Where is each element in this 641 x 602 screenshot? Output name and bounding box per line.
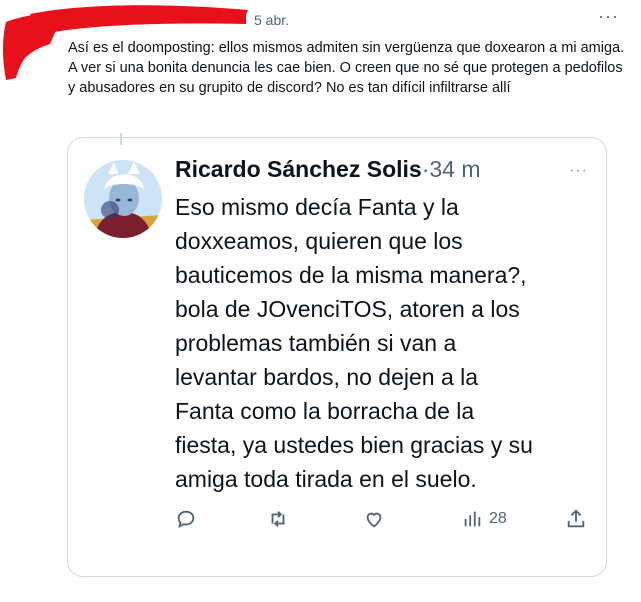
quoted-text: Eso mismo decía Fanta y la doxxeamos, qu… [175, 194, 533, 492]
action-bar: 28 [175, 508, 595, 536]
more-options-icon[interactable]: ··· [598, 6, 619, 27]
quoted-header: Ricardo Sánchez Solis·34 m [175, 156, 481, 183]
timestamp[interactable]: 34 m [429, 156, 480, 182]
author-name[interactable]: Ricardo Sánchez Solis [175, 156, 422, 182]
like-button[interactable] [363, 508, 385, 530]
views-button[interactable]: 28 [461, 508, 507, 530]
avatar[interactable] [84, 160, 162, 238]
share-button[interactable] [565, 508, 587, 530]
post-text: Así es el doomposting: ellos mismos admi… [68, 40, 625, 96]
retweet-icon [271, 511, 285, 527]
quoted-tweet-card[interactable]: Ricardo Sánchez Solis·34 m ··· Eso mismo… [67, 137, 607, 577]
post-date[interactable]: 5 abr. [254, 12, 289, 28]
retweet-button[interactable] [267, 508, 289, 530]
reply-button[interactable] [175, 508, 197, 530]
reply-icon [177, 510, 195, 529]
bar-chart-icon [464, 511, 481, 527]
heart-icon [366, 512, 382, 528]
views-count: 28 [489, 510, 507, 527]
more-options-icon[interactable]: ··· [569, 162, 588, 180]
share-icon [567, 509, 585, 528]
